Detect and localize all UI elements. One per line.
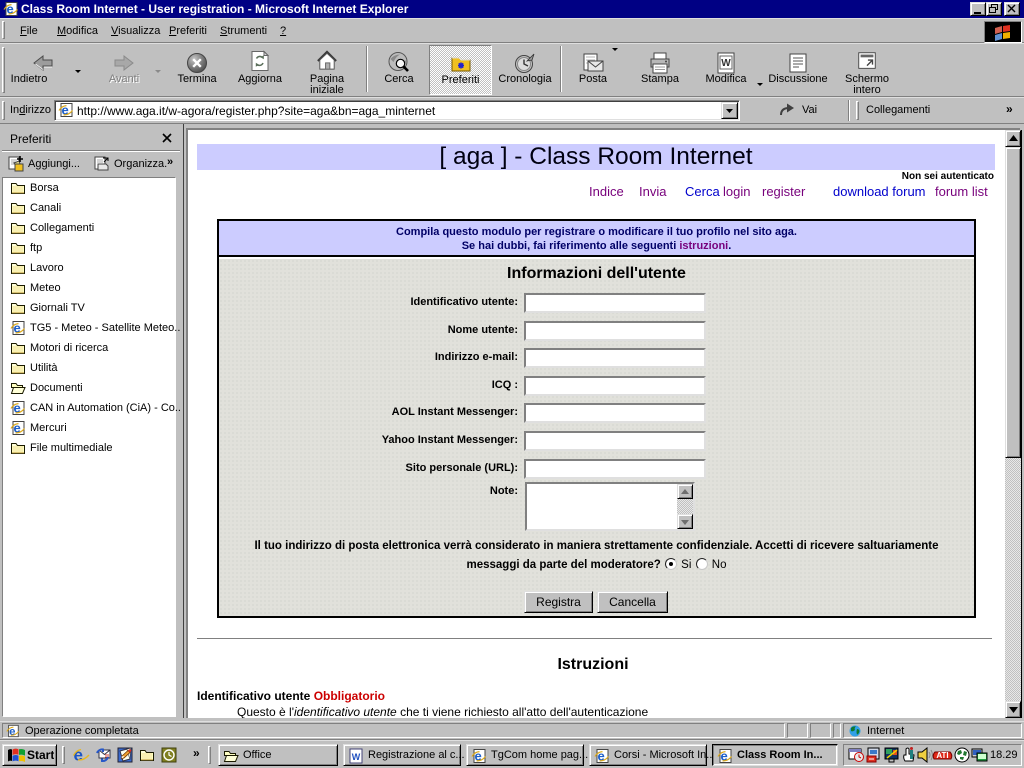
- svg-text:ATI: ATI: [936, 751, 948, 760]
- svg-text:W: W: [352, 752, 361, 762]
- svg-text:W: W: [721, 58, 731, 69]
